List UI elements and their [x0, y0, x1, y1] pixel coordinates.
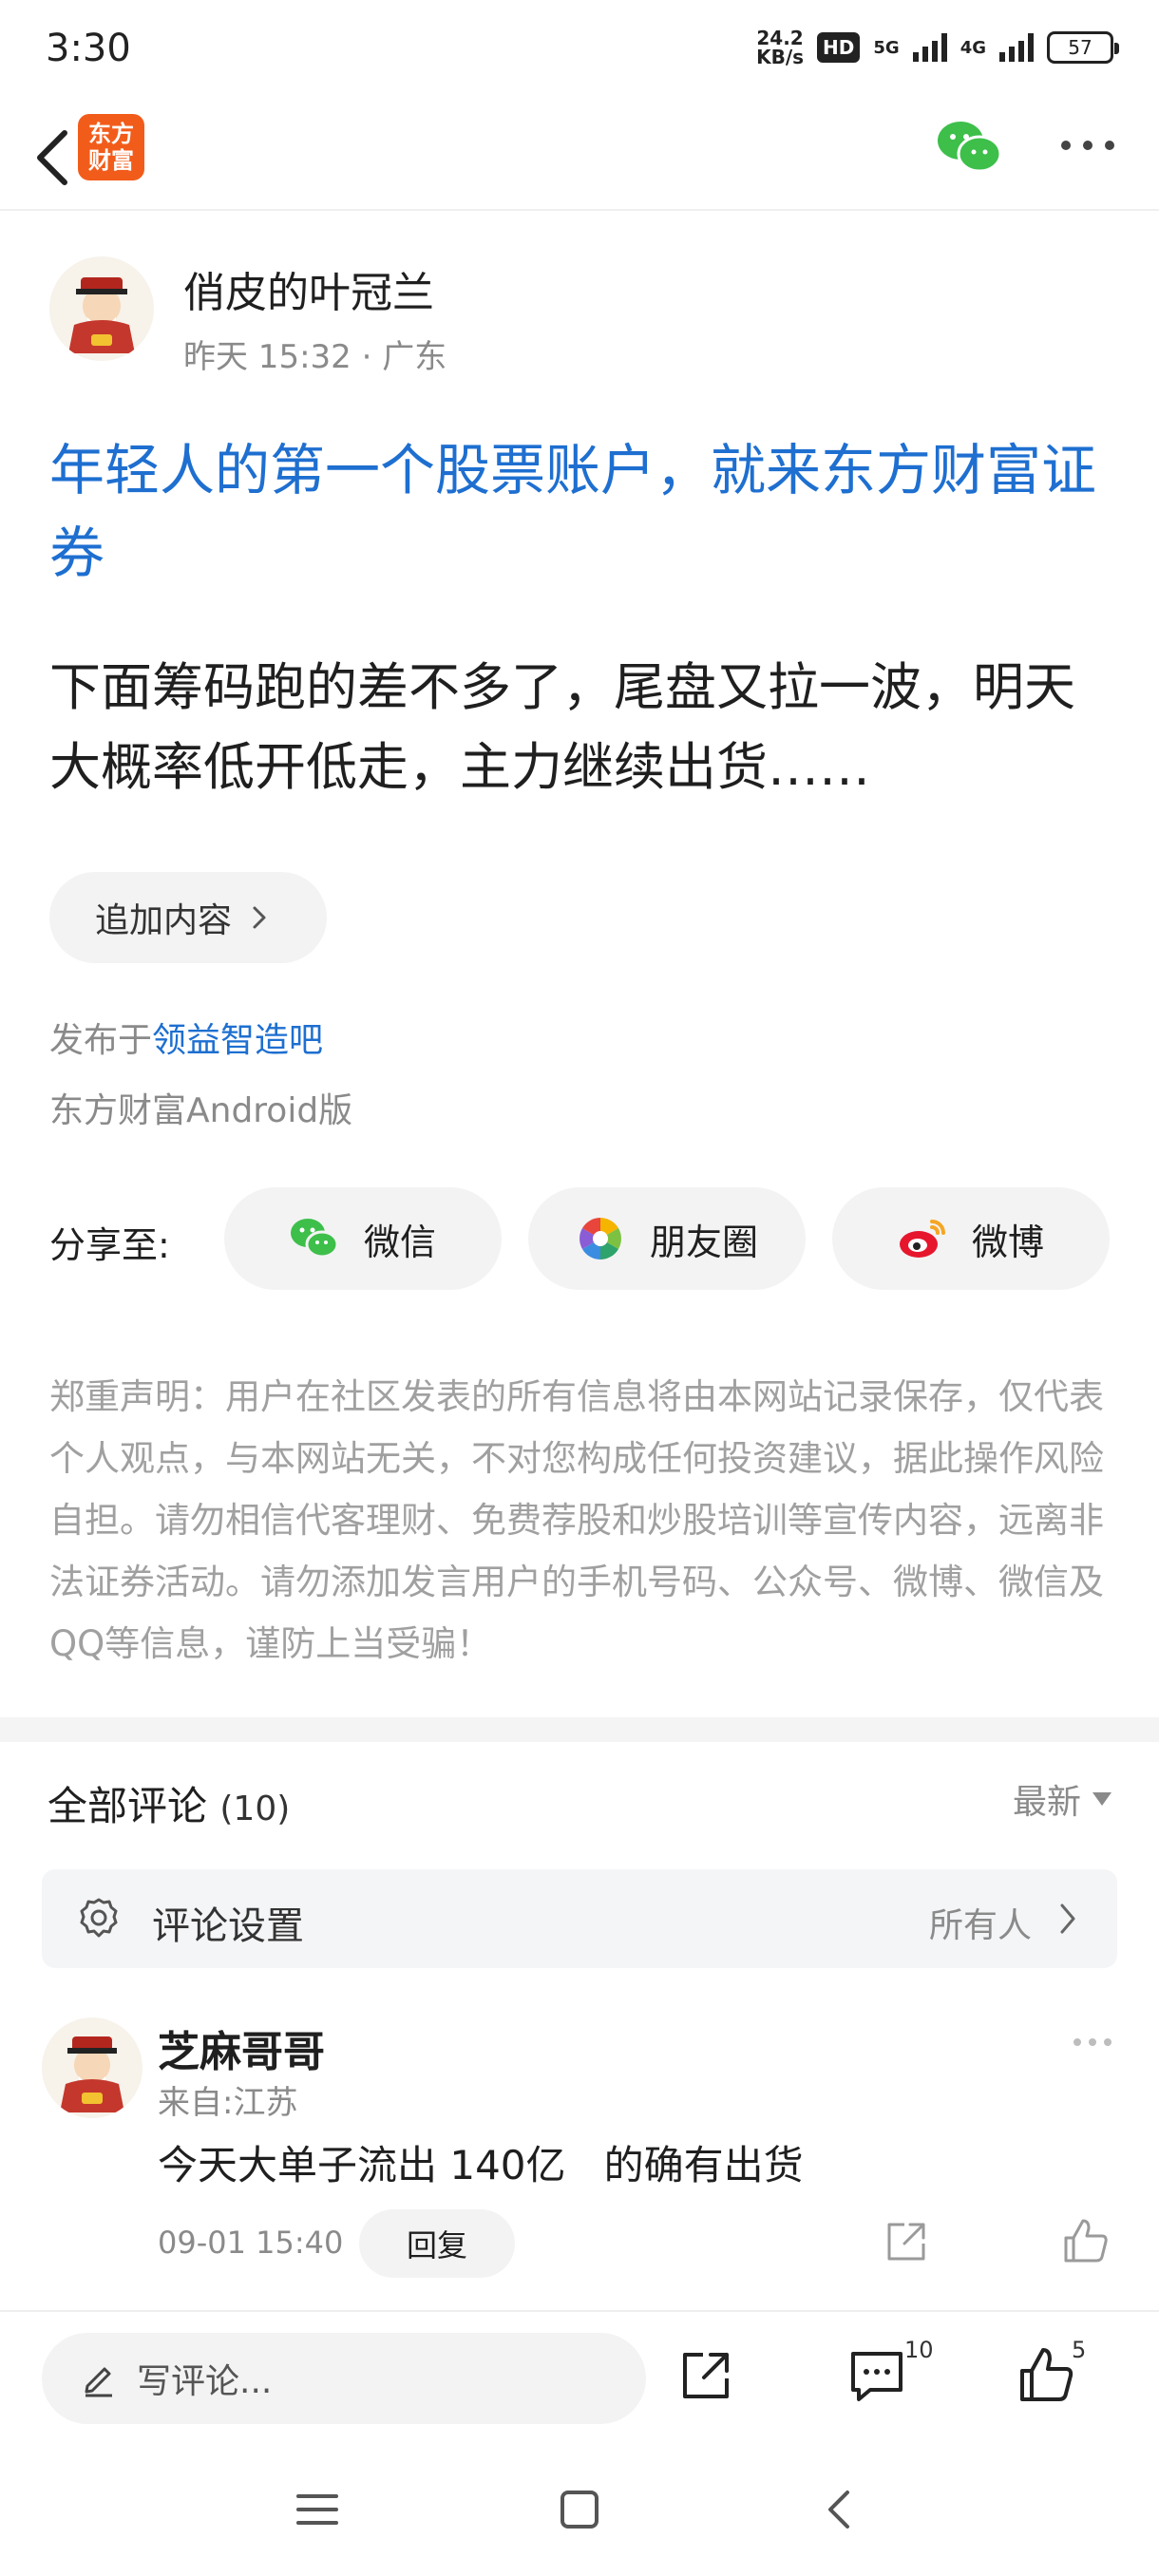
share-label: 分享至:: [49, 1224, 170, 1266]
write-comment-placeholder: 写评论...: [137, 2362, 273, 2401]
fortune-god-avatar-icon: [60, 2036, 124, 2112]
battery-icon: 57: [1047, 31, 1119, 64]
weibo-icon: [899, 1220, 945, 1258]
commenter-name[interactable]: 芝麻哥哥: [158, 2017, 325, 2078]
pencil-icon: [85, 2367, 112, 2397]
comment-settings-label: 评论设置: [152, 1904, 304, 1948]
author-avatar[interactable]: [49, 256, 154, 361]
network-speed-unit: KB/s: [756, 46, 805, 68]
comment-text: 今天大单子流出 140亿 的确有出货: [158, 2142, 804, 2188]
sim1-network-label: 5G: [873, 37, 900, 58]
share-weibo-button[interactable]: 微博: [832, 1187, 1110, 1290]
disclaimer: 郑重声明：用户在社区发表的所有信息将由本网站记录保存，仅代表个人观点，与本网站无…: [49, 1376, 1104, 1664]
sort-dropdown[interactable]: 最新: [1013, 1774, 1112, 1824]
bottom-action-bar: 写评论... 10 5: [0, 2310, 1159, 2445]
status-bar: 3:30 24.2 KB/s HD 5G 4G 57: [0, 0, 1159, 104]
write-comment-input[interactable]: 写评论...: [42, 2333, 646, 2424]
system-navigation-bar: [0, 2445, 1159, 2576]
wechat-share-icon[interactable]: [936, 118, 1002, 175]
status-time: 3:30: [46, 27, 131, 70]
author-name[interactable]: 俏皮的叶冠兰: [183, 258, 434, 319]
status-indicators: 24.2 KB/s HD 5G 4G 57: [756, 28, 1119, 66]
wechat-icon: [290, 1219, 339, 1259]
network-speed-value: 24.2: [756, 27, 804, 49]
share-wechat-label: 微信: [363, 1221, 436, 1263]
caret-down-icon: [1092, 1792, 1112, 1806]
comment-icon[interactable]: [847, 2348, 906, 2405]
network-speed: 24.2 KB/s: [756, 28, 804, 66]
post-body: 下面筹码跑的差不多了，尾盘又拉一波，明天大概率低开低走，主力继续出货……: [49, 657, 1075, 797]
thumbs-up-icon[interactable]: [1018, 2346, 1075, 2405]
top-navigation-bar: 东方 财富: [0, 104, 1159, 211]
post-title-link[interactable]: 年轻人的第一个股票账户，就来东方财富证券: [49, 429, 1113, 595]
sim2-network-label: 4G: [960, 37, 986, 58]
comments-header: 全部评论 (10): [48, 1774, 290, 1832]
published-prefix: 发布于: [49, 1021, 153, 1060]
fortune-god-avatar-icon: [68, 277, 135, 353]
logo-text-line1: 东方: [88, 121, 134, 147]
share-moments-label: 朋友圈: [649, 1221, 758, 1263]
share-icon[interactable]: [678, 2348, 733, 2403]
comments-count: (10): [219, 1790, 291, 1828]
thumbs-up-icon[interactable]: [1062, 2217, 1110, 2264]
share-weibo-label: 微博: [971, 1221, 1044, 1263]
append-content-button[interactable]: 追加内容: [49, 872, 327, 963]
share-moments-button[interactable]: 朋友圈: [528, 1187, 806, 1290]
comments-title: 全部评论: [48, 1783, 208, 1829]
home-icon[interactable]: [559, 2489, 600, 2530]
published-in: 发布于领益智造吧: [49, 1013, 323, 1062]
like-count-badge: 5: [1072, 2337, 1087, 2363]
app-logo: 东方 财富: [78, 114, 144, 180]
commenter-avatar[interactable]: [42, 2017, 142, 2118]
share-icon[interactable]: [884, 2219, 929, 2264]
comment-settings-value: 所有人: [928, 1906, 1032, 1945]
forum-link[interactable]: 领益智造吧: [152, 1021, 323, 1060]
comment-count-badge: 10: [904, 2337, 934, 2363]
logo-text-line2: 财富: [88, 147, 134, 174]
chevron-right-icon: [253, 906, 266, 929]
commenter-location: 来自:江苏: [158, 2084, 298, 2122]
system-back-icon[interactable]: [823, 2487, 855, 2532]
signal-strength-icon-2: [999, 33, 1034, 62]
reply-button[interactable]: 回复: [359, 2209, 515, 2278]
chevron-right-icon: [1060, 1904, 1075, 1934]
sort-label: 最新: [1012, 1783, 1081, 1822]
recent-apps-icon[interactable]: [296, 2491, 338, 2529]
hd-voice-badge: HD: [817, 32, 861, 63]
comment-settings-row[interactable]: 评论设置 所有人: [42, 1869, 1117, 1968]
more-options-icon[interactable]: [1070, 2033, 1115, 2052]
share-wechat-button[interactable]: 微信: [224, 1187, 502, 1290]
post-meta: 昨天 15:32 · 广东: [183, 338, 447, 376]
moments-icon: [580, 1218, 621, 1260]
section-divider: [0, 1717, 1159, 1742]
more-options-icon[interactable]: [1054, 131, 1121, 160]
append-content-label: 追加内容: [95, 901, 233, 940]
client-source: 东方财富Android版: [49, 1091, 353, 1130]
comment-time: 09-01 15:40: [158, 2225, 344, 2261]
gear-icon: [80, 1898, 118, 1938]
signal-strength-icon: [912, 33, 947, 62]
